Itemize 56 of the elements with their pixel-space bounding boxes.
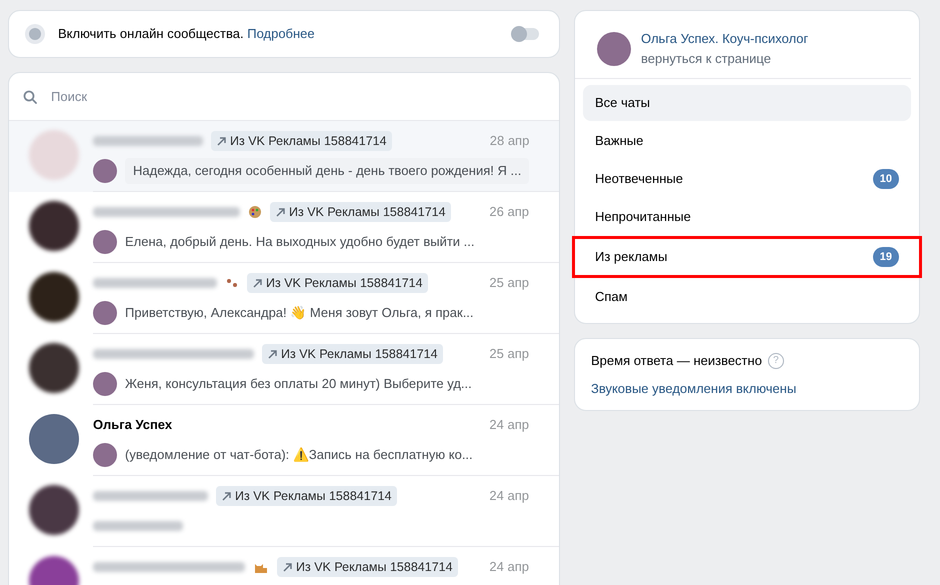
search-icon: [23, 90, 37, 104]
chat-date: 24 апр: [489, 487, 529, 506]
contact-name: Ольга Успех: [93, 416, 172, 434]
chat-date: 25 апр: [489, 345, 529, 364]
folder-item[interactable]: Непрочитанные: [583, 199, 911, 235]
message-preview: Женя, консультация без оплаты 20 минут) Выберите уд...: [125, 375, 472, 394]
folder-label: Неотвеченные: [595, 170, 684, 188]
palette-icon: [248, 205, 262, 219]
chat-row[interactable]: Из VK Рекламы 158841714 25 апр Приветствую, Александра! 👋 Меня зовут Ольга, я прак...: [9, 263, 559, 334]
response-time: Время ответа — неизвестно: [591, 352, 762, 370]
avatar-placeholder: [29, 272, 79, 322]
folder-label: Все чаты: [595, 94, 650, 112]
status-dot-icon: [25, 24, 45, 44]
paw-prints-icon: [225, 276, 239, 290]
chat-row[interactable]: Из VK Рекламы 158841714 26 апр Елена, добрый день. На выходных удобно будет выйти ...: [9, 192, 559, 263]
folder-label: Важные: [595, 132, 644, 150]
source-badge: Из VK Рекламы 158841714: [247, 272, 428, 294]
count-badge: 10: [872, 168, 899, 190]
source-badge: Из VK Рекламы 158841714: [262, 344, 443, 364]
source-badge: Из VK Рекламы 158841714: [211, 130, 392, 152]
online-toggle[interactable]: [513, 28, 539, 40]
chat-date: 24 апр: [489, 558, 529, 576]
folder-item[interactable]: Неотвеченные 10: [583, 161, 911, 197]
message-preview: Елена, добрый день. На выходных удобно будет выйти ...: [125, 233, 475, 252]
folder-item[interactable]: Спам: [583, 279, 911, 315]
message-preview: Надежда, сегодня особенный день - день твоего рождения! Я ...: [125, 158, 530, 184]
chat-row[interactable]: Ольга Успех 24 апр (уведомление от чат-бота): ⚠Запись на бесплатную ко...: [9, 405, 559, 476]
source-badge: Из VK Рекламы 158841714: [216, 486, 397, 506]
back-link[interactable]: вернуться к странице: [641, 48, 808, 68]
chat-row[interactable]: Из VK Рекламы 158841714 25 апр Женя, консультация без оплаты 20 минут) Выберите уд...: [9, 334, 559, 405]
sound-link[interactable]: Звуковые уведомления включены: [591, 378, 903, 398]
folder-item[interactable]: Из рекламы 19: [575, 239, 919, 275]
chat-row[interactable]: Из VK Рекламы 158841714 28 апр Надежда, сегодня особенный день - день твоего рождения! Я ...: [9, 121, 559, 192]
source-badge: Из VK Рекламы 158841714: [270, 202, 451, 222]
community-name[interactable]: Ольга Успех. Коуч-психолог: [641, 29, 808, 48]
folder-item[interactable]: Все чаты: [583, 85, 911, 121]
folder-label: Из рекламы: [595, 248, 668, 266]
avatar-placeholder: [29, 485, 79, 535]
chat-date: 28 апр: [490, 132, 530, 150]
chat-row[interactable]: Из VK Рекламы 158841714 24 апр: [9, 476, 559, 547]
folder-label: Спам: [595, 288, 628, 306]
chat-date: 24 апр: [489, 416, 529, 434]
message-preview: Приветствую, Александра! 👋 Меня зовут Ольга, я прак...: [125, 304, 474, 322]
folder-item[interactable]: Важные: [583, 123, 911, 159]
online-label: Включить онлайн сообщества. Подробнее: [58, 25, 315, 44]
count-badge: 19: [872, 246, 899, 268]
avatar-placeholder: [29, 130, 79, 180]
avatar-placeholder: [597, 32, 631, 66]
folder-label: Непрочитанные: [595, 208, 691, 226]
avatar-placeholder: [29, 201, 79, 251]
message-preview: (уведомление от чат-бота): ⚠Запись на бесплатную ко...: [125, 446, 473, 464]
chat-date: 26 апр: [489, 203, 529, 222]
avatar-placeholder: [29, 414, 79, 464]
chat-date: 25 апр: [489, 274, 529, 292]
avatar-placeholder: [29, 343, 79, 393]
source-badge: Из VK Рекламы 158841714: [277, 556, 458, 578]
